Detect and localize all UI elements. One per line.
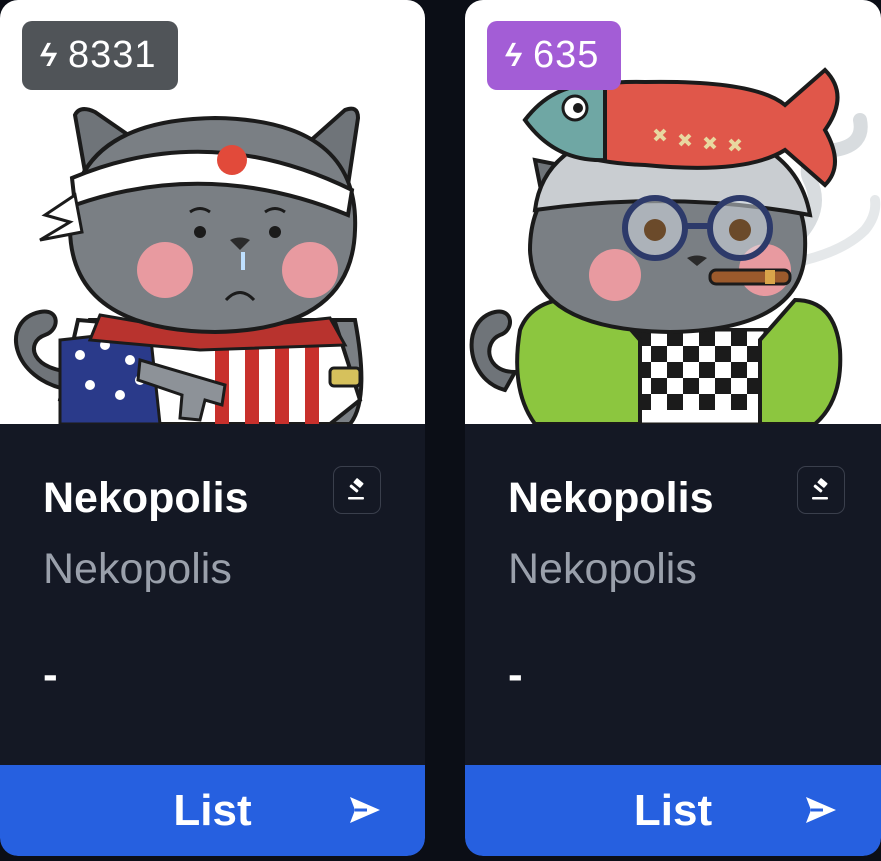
list-button[interactable]: List (465, 765, 881, 856)
send-icon (350, 797, 380, 823)
list-button-label: List (633, 785, 713, 835)
nft-title: Nekopolis (508, 474, 714, 522)
price-value: - (508, 650, 523, 699)
bid-button[interactable] (797, 466, 845, 514)
lightning-bolt-icon: ϟ (501, 37, 527, 73)
rank-badge: ϟ 8331 (22, 21, 179, 90)
nft-card[interactable]: ϟ 8331 Nekopolis Nekopolis - List (0, 0, 425, 856)
send-icon (806, 797, 836, 823)
list-button[interactable]: List (0, 765, 425, 856)
collection-name[interactable]: Nekopolis (508, 545, 697, 594)
rank-value: 8331 (67, 34, 157, 76)
bid-button[interactable] (333, 466, 381, 514)
collection-name[interactable]: Nekopolis (43, 545, 232, 594)
rank-value: 635 (532, 34, 600, 76)
nft-image-samurai-cat[interactable]: ϟ 8331 (0, 0, 425, 424)
nft-title: Nekopolis (43, 474, 249, 522)
list-button-label: List (173, 785, 252, 835)
nft-card-grid: ϟ 8331 Nekopolis Nekopolis - List ϟ 635 … (0, 0, 881, 861)
nft-card[interactable]: ϟ 635 Nekopolis Nekopolis - List (465, 0, 881, 856)
lightning-bolt-icon: ϟ (36, 37, 62, 73)
nft-image-fish-hat-cat[interactable]: ϟ 635 (465, 0, 881, 424)
gavel-icon (812, 478, 828, 500)
gavel-icon (348, 478, 364, 500)
rank-badge: ϟ 635 (487, 21, 622, 90)
price-value: - (43, 650, 58, 699)
